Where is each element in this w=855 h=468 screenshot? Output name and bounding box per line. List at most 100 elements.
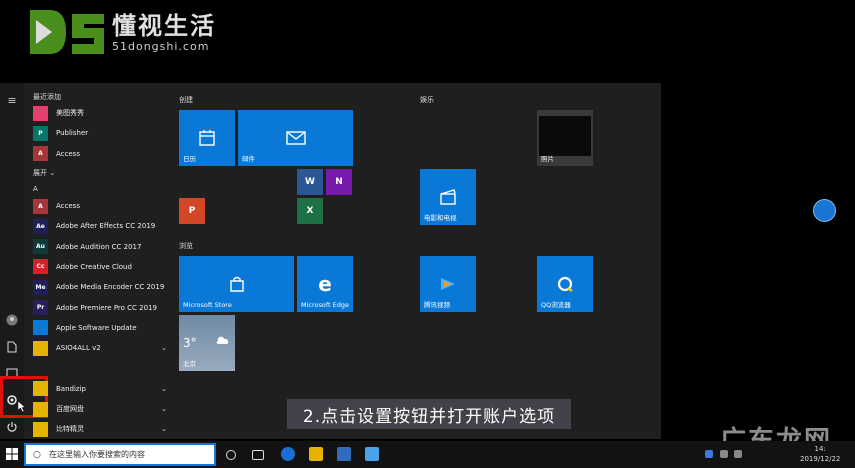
group-create[interactable]: 创建 [179, 95, 193, 105]
app-label: Access [56, 149, 80, 158]
group-browse[interactable]: 浏览 [179, 241, 193, 251]
instruction-caption: 2.点击设置按钮并打开账户选项 [287, 399, 571, 429]
onenote-icon: N [335, 177, 343, 187]
brand-url: 51dongshi.com [112, 39, 210, 53]
watermark-logo: 懂视生活 51dongshi.com [28, 8, 216, 56]
tile-photo[interactable]: 照片 [537, 110, 593, 166]
app-icon: A [33, 146, 48, 162]
qq-browser-icon [557, 276, 573, 292]
list-item[interactable]: ASIO4ALL v2 ⌄ [28, 338, 173, 358]
app-label: Adobe Media Encoder CC 2019 [56, 283, 165, 292]
app-label: 美图秀秀 [56, 109, 84, 118]
list-item[interactable]: Ae Adobe After Effects CC 2019 [28, 216, 173, 236]
chevron-down-icon: ⌄ [161, 425, 167, 434]
list-item[interactable] [28, 358, 173, 378]
list-item[interactable]: 比特精灵 ⌄ [28, 419, 173, 439]
task-view-icon[interactable] [252, 450, 264, 460]
weather-city: 北京 [183, 360, 196, 368]
app-label: 比特精灵 [56, 425, 84, 434]
app-label: ASIO4ALL v2 [56, 344, 101, 353]
app-icon [33, 361, 48, 376]
tile-movies-label: 电影和电视 [424, 214, 457, 222]
cloud-icon [216, 336, 229, 344]
list-item[interactable]: Au Adobe Audition CC 2017 [28, 236, 173, 256]
tile-mail[interactable]: 邮件 [238, 110, 353, 166]
start-menu: ≡ 最近添加 美图秀秀 P Publisher A Access 展开 ⌄ A A Acc… [0, 83, 661, 439]
word-icon: W [305, 177, 315, 187]
clock-date: 2019/12/22 [800, 455, 841, 463]
taskbar-search-box[interactable]: ○ 在这里输入你要搜索的内容 [24, 443, 216, 466]
floating-assist-button[interactable] [813, 199, 836, 222]
tile-calendar[interactable]: 日历 [179, 110, 235, 166]
list-item[interactable]: Me Adobe Media Encoder CC 2019 [28, 277, 173, 297]
app-icon [33, 421, 48, 437]
tile-calendar-label: 日历 [183, 155, 196, 163]
app-icon: Cc [33, 259, 48, 275]
power-icon[interactable] [4, 421, 20, 437]
app-icon [33, 401, 48, 417]
recent-header: 最近添加 [33, 93, 61, 101]
list-item[interactable]: Bandizip ⌄ [28, 379, 173, 399]
tile-onenote[interactable]: N [326, 169, 352, 195]
letter-a[interactable]: A [33, 182, 173, 196]
menu-icon[interactable]: ≡ [4, 93, 20, 109]
app-label: Access [56, 202, 80, 211]
list-item[interactable]: Apple Software Update [28, 318, 173, 338]
tile-excel[interactable]: X [297, 198, 323, 224]
tile-qq-browser[interactable]: QQ浏览器 [537, 256, 593, 312]
brand-name: 懂视生活 [112, 11, 216, 40]
app-taskbar-icon[interactable] [365, 447, 379, 461]
list-item[interactable]: Pr Adobe Premiere Pro CC 2019 [28, 297, 173, 317]
tile-store-label: Microsoft Store [183, 301, 232, 309]
list-item[interactable]: P Publisher [28, 123, 173, 143]
list-item[interactable]: A Access [28, 144, 173, 164]
logo-mark [28, 8, 106, 56]
list-item[interactable]: 百度网盘 ⌄ [28, 399, 173, 419]
network-icon[interactable] [720, 450, 728, 458]
app-icon: Me [33, 279, 48, 295]
tile-store[interactable]: Microsoft Store [179, 256, 294, 312]
volume-icon[interactable] [734, 450, 742, 458]
cortana-icon[interactable] [226, 450, 236, 460]
app-icon: Ae [33, 218, 48, 234]
mouse-cursor-icon [18, 401, 26, 412]
chevron-down-icon: ⌄ [161, 384, 167, 393]
tray-icon[interactable] [705, 450, 713, 458]
edge-icon: e [318, 272, 332, 296]
app-label: Adobe Premiere Pro CC 2019 [56, 303, 157, 312]
tile-tencent-video[interactable]: 腾讯视频 [420, 256, 476, 312]
tile-powerpoint[interactable]: P [179, 198, 205, 224]
document-icon[interactable] [4, 341, 20, 357]
app-label: Adobe After Effects CC 2019 [56, 222, 156, 231]
taskbar-clock[interactable]: 14: 2019/12/22 [800, 444, 840, 464]
file-explorer-icon[interactable] [309, 447, 323, 461]
search-icon: ○ [33, 449, 41, 460]
tile-qq-label: QQ浏览器 [541, 301, 571, 309]
group-play[interactable]: 娱乐 [420, 95, 434, 105]
tile-word[interactable]: W [297, 169, 323, 195]
app-icon: P [33, 125, 48, 141]
tile-weather[interactable]: 3° 北京 [179, 315, 235, 371]
powerpoint-icon: P [188, 206, 196, 216]
user-icon[interactable] [4, 314, 20, 330]
tile-edge[interactable]: e Microsoft Edge [297, 256, 353, 312]
calendar-icon [199, 130, 215, 146]
tile-movies[interactable]: 电影和电视 [420, 169, 476, 225]
list-item[interactable]: Cc Adobe Creative Cloud [28, 257, 173, 277]
film-icon [440, 189, 456, 205]
mail-icon [285, 131, 306, 145]
app-list: 最近添加 美图秀秀 P Publisher A Access 展开 ⌄ A A Acces… [28, 91, 173, 439]
expand-link[interactable]: 展开 ⌄ [33, 164, 173, 182]
store-taskbar-icon[interactable] [337, 447, 351, 461]
app-icon [33, 340, 48, 356]
tile-mail-label: 邮件 [242, 155, 255, 163]
taskbar: ○ 在这里输入你要搜索的内容 14: 2019/12/22 [0, 441, 855, 468]
edge-taskbar-icon[interactable] [281, 447, 295, 461]
search-placeholder: 在这里输入你要搜索的内容 [49, 450, 145, 459]
app-icon [33, 381, 48, 397]
list-item[interactable]: 美图秀秀 [28, 103, 173, 123]
windows-start-icon[interactable] [6, 448, 18, 460]
app-label: Bandizip [56, 384, 86, 393]
app-icon [33, 105, 48, 121]
list-item[interactable]: A Access [28, 196, 173, 216]
